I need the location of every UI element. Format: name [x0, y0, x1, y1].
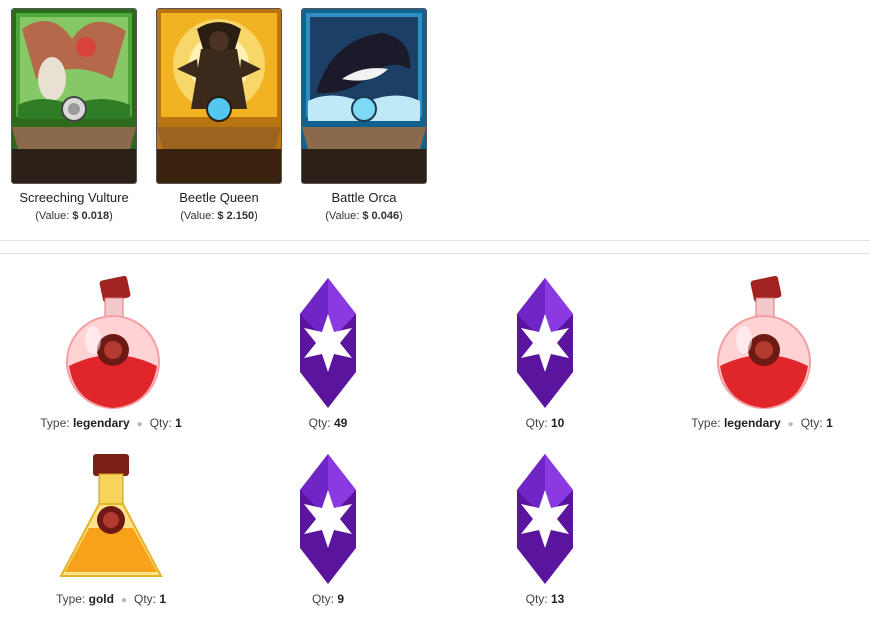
section-divider: [0, 253, 870, 254]
card-value: (Value: $ 0.046): [325, 210, 403, 222]
card-beetle-queen[interactable]: Beetle Queen (Value: $ 2.150): [156, 8, 282, 222]
beetle-queen-card-art: [156, 8, 282, 184]
item-meta: Type: gold ● Qty: 1: [55, 592, 167, 606]
card-value: (Value: $ 2.150): [180, 210, 258, 222]
merit-crystal-icon: [228, 274, 428, 414]
item-meta: Qty: 13: [525, 592, 565, 606]
item-merit-crystal[interactable]: Qty: 13: [445, 450, 645, 606]
merit-crystal-icon: [445, 274, 645, 414]
item-legendary-potion[interactable]: Type: legendary ● Qty: 1: [11, 274, 211, 430]
item-meta: Qty: 49: [308, 416, 348, 430]
item-merit-crystal[interactable]: Qty: 10: [445, 274, 645, 430]
card-name: Battle Orca: [331, 190, 397, 205]
item-legendary-potion[interactable]: Type: legendary ● Qty: 1: [662, 274, 862, 430]
item-merit-crystal[interactable]: Qty: 9: [228, 450, 428, 606]
orca-card-art: [301, 8, 427, 184]
vulture-card-art: [11, 8, 137, 184]
item-meta: Type: legendary ● Qty: 1: [40, 416, 182, 430]
legendary-potion-icon: [11, 274, 211, 414]
section-divider: [0, 240, 870, 241]
card-battle-orca[interactable]: Battle Orca (Value: $ 0.046): [301, 8, 427, 222]
gold-potion-icon: [11, 450, 211, 590]
merit-crystal-icon: [228, 450, 428, 590]
item-meta: Qty: 9: [311, 592, 345, 606]
card-name: Screeching Vulture: [19, 190, 129, 205]
card-value: (Value: $ 0.018): [35, 210, 113, 222]
card-screeching-vulture[interactable]: Screeching Vulture (Value: $ 0.018): [11, 8, 137, 222]
item-merit-crystal[interactable]: Qty: 49: [228, 274, 428, 430]
item-meta: Type: legendary ● Qty: 1: [691, 416, 833, 430]
legendary-potion-icon: [662, 274, 862, 414]
card-name: Beetle Queen: [179, 190, 259, 205]
item-meta: Qty: 10: [525, 416, 565, 430]
merit-crystal-icon: [445, 450, 645, 590]
reward-cards: Screeching Vulture (Value: $ 0.018) Beet…: [0, 0, 870, 240]
item-gold-potion[interactable]: Type: gold ● Qty: 1: [11, 450, 211, 606]
